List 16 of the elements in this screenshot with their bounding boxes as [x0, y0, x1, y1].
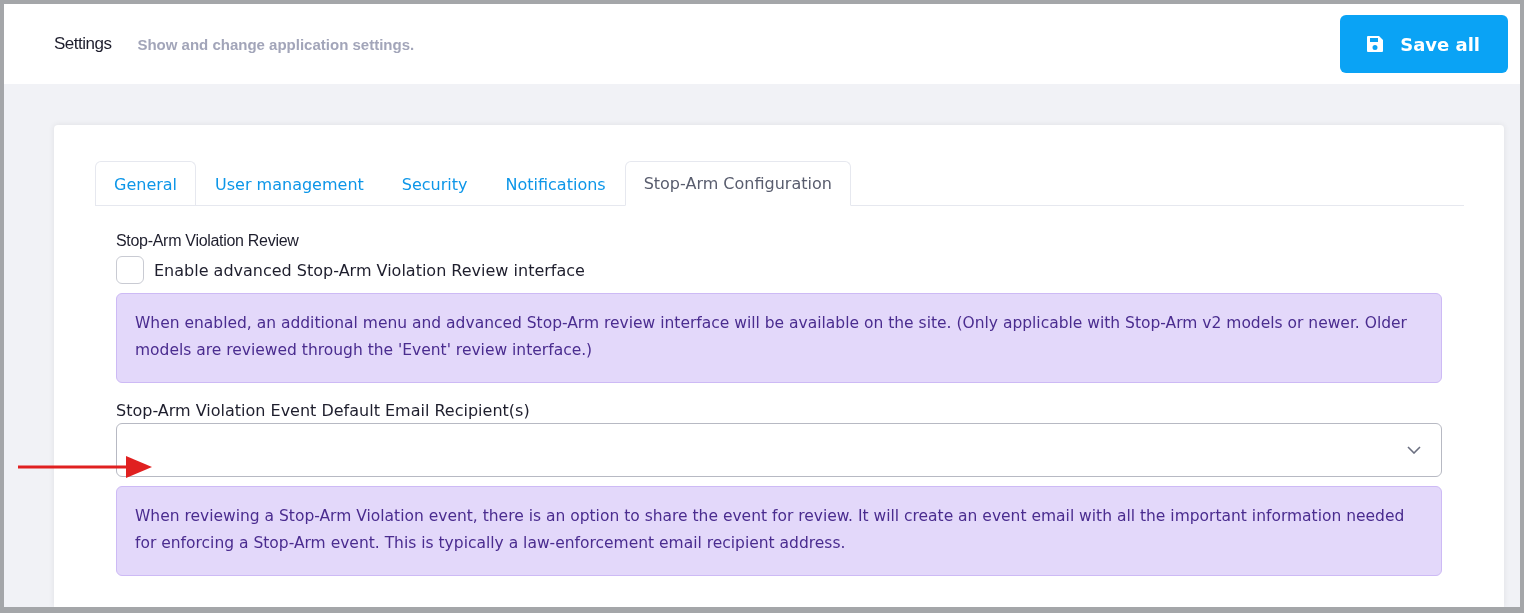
chevron-down-icon — [1407, 446, 1421, 454]
settings-tab[interactable]: General — [95, 161, 197, 206]
checkbox-label: Enable advanced Stop-Arm Violation Review interface — [154, 260, 585, 280]
page-title: Settings — [54, 34, 112, 54]
settings-tab[interactable]: Notifications — [486, 161, 625, 206]
field-label: Stop-Arm Violation Event Default Email Recipient(s) — [116, 401, 531, 420]
info-note: When reviewing a Stop-Arm Violation event, there is an option to share the event for review. It will create an event email with all the important information needed for enforcing a Stop-Arm event. This is typically a law-enforcement email recipient address. — [116, 486, 1442, 576]
info-note: When enabled, an additional menu and advanced Stop-Arm review interface will be available on the site. (Only applicable with Stop-Arm v2 models or newer. Older models are reviewed through the 'Event' review interface.) — [116, 293, 1442, 383]
save-all-button[interactable]: Save all — [1340, 15, 1508, 73]
section-title: Stop-Arm Violation Review — [116, 232, 300, 250]
checkbox[interactable] — [116, 256, 144, 284]
settings-tab[interactable]: Stop-Arm Configuration — [624, 161, 851, 206]
settings-tab[interactable]: Security — [382, 161, 487, 206]
settings-tab[interactable]: User management — [196, 161, 383, 206]
recipients-dropdown[interactable] — [116, 423, 1442, 477]
page-subtitle: Show and change application settings. — [137, 35, 415, 53]
